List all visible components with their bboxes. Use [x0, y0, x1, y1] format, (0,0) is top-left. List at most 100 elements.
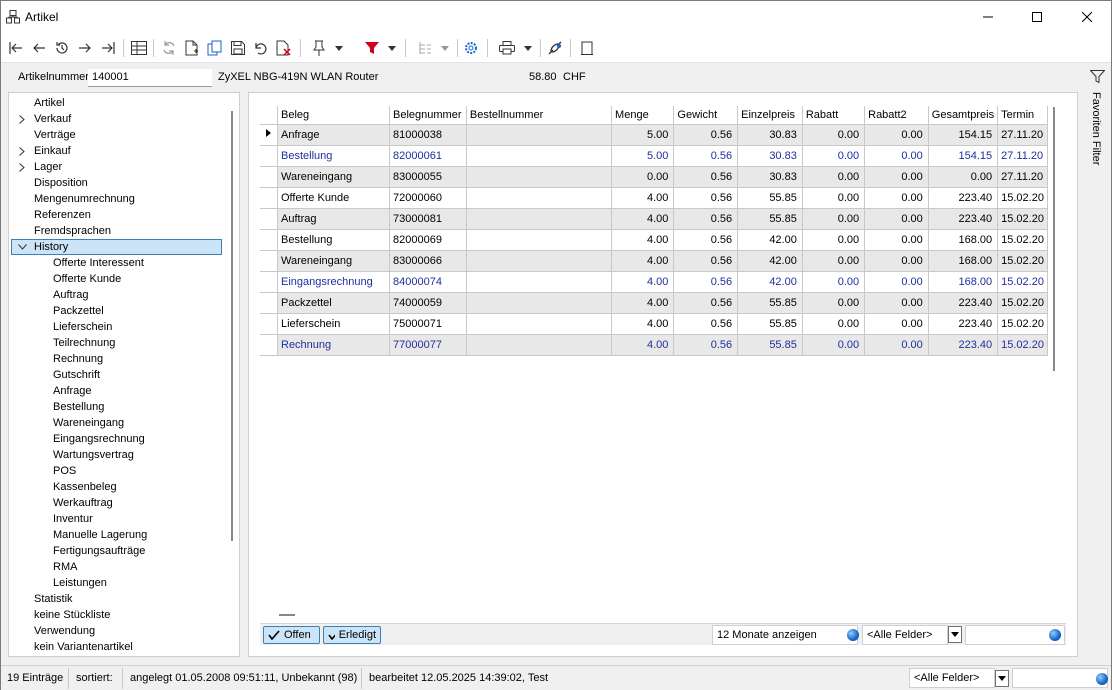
row-indicator[interactable] [260, 271, 278, 293]
table-cell-gesamt[interactable]: 168.00 [928, 250, 999, 272]
refresh-button[interactable] [159, 38, 179, 58]
table-cell-nr[interactable]: 77000077 [389, 334, 467, 356]
table-cell-best[interactable] [466, 124, 613, 146]
filter-button[interactable] [362, 38, 382, 58]
column-header[interactable]: Bestellnummer [466, 106, 613, 125]
tree-item[interactable]: Verkauf [9, 111, 229, 127]
delete-button[interactable] [274, 38, 294, 58]
table-cell-rabatt2[interactable]: 0.00 [864, 250, 929, 272]
table-row[interactable]: Packzettel 74000059 4.00 0.56 55.85 0.00 0.00 2… [260, 292, 1048, 314]
grid-scrollbar[interactable] [1053, 107, 1055, 371]
structure-dropdown[interactable] [438, 38, 452, 58]
table-cell-beleg[interactable]: Packzettel [277, 292, 390, 314]
tree-item[interactable]: Mengenumrechnung [9, 191, 229, 207]
table-row[interactable]: Offerte Kunde 72000060 4.00 0.56 55.85 0.00 0.… [260, 187, 1048, 209]
table-row[interactable]: Eingangsrechnung 84000074 4.00 0.56 42.00 0.0… [260, 271, 1048, 293]
column-header[interactable]: Rabatt2 [864, 106, 929, 125]
tree-item[interactable]: Wartungsvertrag [9, 447, 229, 463]
table-cell-rabatt[interactable]: 0.00 [802, 271, 866, 293]
table-cell-menge[interactable]: 5.00 [611, 124, 675, 146]
open-filter-toggle[interactable]: Offen [263, 626, 320, 644]
table-cell-menge[interactable]: 4.00 [611, 292, 675, 314]
table-view-button[interactable] [129, 38, 149, 58]
table-cell-nr[interactable]: 82000061 [389, 145, 467, 167]
table-cell-nr[interactable]: 72000060 [389, 187, 467, 209]
table-cell-rabatt[interactable]: 0.00 [802, 292, 866, 314]
table-cell-gewicht[interactable]: 0.56 [673, 292, 739, 314]
table-cell-einzel[interactable]: 30.83 [737, 166, 803, 188]
tree-scrollbar[interactable] [231, 111, 233, 541]
table-cell-nr[interactable]: 73000081 [389, 208, 467, 230]
status-search-input[interactable] [1012, 668, 1108, 688]
table-cell-gewicht[interactable]: 0.56 [673, 250, 739, 272]
table-cell-nr[interactable]: 82000069 [389, 229, 467, 251]
structure-button[interactable] [415, 38, 435, 58]
table-cell-termin[interactable]: 15.02.20 [997, 229, 1048, 251]
column-header[interactable]: Gewicht [673, 106, 739, 125]
table-cell-gewicht[interactable]: 0.56 [673, 229, 739, 251]
table-cell-gewicht[interactable]: 0.56 [673, 271, 739, 293]
table-row[interactable]: Anfrage 81000038 5.00 0.56 30.83 0.00 0.00 154.… [260, 124, 1048, 146]
table-cell-rabatt2[interactable]: 0.00 [864, 334, 929, 356]
tree-item[interactable]: Einkauf [9, 143, 229, 159]
table-cell-gewicht[interactable]: 0.56 [673, 208, 739, 230]
table-cell-rabatt2[interactable]: 0.00 [864, 292, 929, 314]
table-cell-termin[interactable]: 15.02.20 [997, 250, 1048, 272]
tree-item[interactable]: Eingangsrechnung [9, 431, 229, 447]
status-search-globe-icon[interactable] [1096, 673, 1108, 685]
tree-item[interactable]: Gutschrift [9, 367, 229, 383]
tree-item[interactable]: Rechnung [9, 351, 229, 367]
table-cell-menge[interactable]: 5.00 [611, 145, 675, 167]
settings-button[interactable] [461, 38, 481, 58]
chevron-down-icon[interactable] [17, 239, 27, 255]
maximize-button[interactable] [1014, 1, 1060, 33]
exit-button[interactable] [577, 38, 597, 58]
table-cell-gewicht[interactable]: 0.56 [673, 187, 739, 209]
table-cell-best[interactable] [466, 313, 613, 335]
column-header[interactable]: Rabatt [802, 106, 866, 125]
table-cell-termin[interactable]: 15.02.20 [997, 208, 1048, 230]
tree-item[interactable]: Inventur [9, 511, 229, 527]
done-filter-toggle[interactable]: Erledigt [323, 626, 381, 644]
table-cell-rabatt[interactable]: 0.00 [802, 229, 866, 251]
first-record-button[interactable] [6, 38, 26, 58]
period-globe-icon[interactable] [847, 629, 859, 641]
column-header[interactable]: Belegnummer [389, 106, 467, 125]
table-cell-menge[interactable]: 4.00 [611, 313, 675, 335]
table-cell-termin[interactable]: 15.02.20 [997, 334, 1048, 356]
table-cell-termin[interactable]: 15.02.20 [997, 187, 1048, 209]
tree-item[interactable]: Disposition [9, 175, 229, 191]
table-cell-termin[interactable]: 15.02.20 [997, 271, 1048, 293]
column-header[interactable]: Gesamtpreis [928, 106, 999, 125]
column-header[interactable]: Einzelpreis [737, 106, 803, 125]
table-cell-nr[interactable]: 75000071 [389, 313, 467, 335]
table-cell-einzel[interactable]: 55.85 [737, 313, 803, 335]
table-cell-best[interactable] [466, 229, 613, 251]
tree-item[interactable]: kein Variantenartikel [9, 639, 229, 655]
column-header[interactable]: Menge [611, 106, 675, 125]
next-record-button[interactable] [75, 38, 95, 58]
table-cell-gesamt[interactable]: 0.00 [928, 166, 999, 188]
table-cell-best[interactable] [466, 145, 613, 167]
previous-record-button[interactable] [29, 38, 49, 58]
grid-field-dropdown[interactable] [948, 626, 962, 643]
tree-item[interactable]: Fertigungsaufträge [9, 543, 229, 559]
table-cell-termin[interactable]: 15.02.20 [997, 313, 1048, 335]
table-cell-beleg[interactable]: Rechnung [277, 334, 390, 356]
favorites-filter-tab[interactable]: Favoriten Filter [1081, 64, 1111, 664]
row-indicator[interactable] [260, 313, 278, 335]
table-cell-gesamt[interactable]: 168.00 [928, 271, 999, 293]
table-cell-best[interactable] [466, 292, 613, 314]
tree-item[interactable]: Leistungen [9, 575, 229, 591]
table-cell-gesamt[interactable]: 223.40 [928, 292, 999, 314]
tree-item[interactable]: POS [9, 463, 229, 479]
tree-item[interactable]: Verwendung [9, 623, 229, 639]
tree-item[interactable]: Referenzen [9, 207, 229, 223]
grid-search-globe-icon[interactable] [1049, 629, 1061, 641]
copy-button[interactable] [205, 38, 225, 58]
table-cell-menge[interactable]: 4.00 [611, 250, 675, 272]
status-field-dropdown[interactable] [995, 670, 1009, 687]
history-button[interactable] [52, 38, 72, 58]
link-button[interactable] [545, 38, 565, 58]
chevron-right-icon[interactable] [17, 111, 27, 127]
